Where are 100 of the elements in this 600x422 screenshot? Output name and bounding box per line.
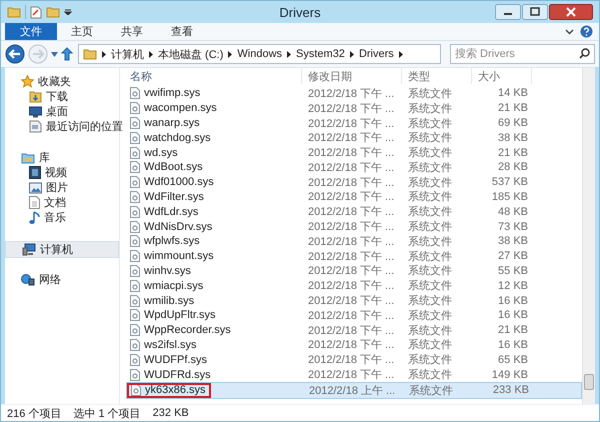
sidebar-item[interactable]: 网络 [5, 272, 119, 287]
file-row[interactable]: Wdf01000.sys 2012/2/18 下午 ... 系统文件 537 KB [126, 174, 582, 190]
date-cell-text: 2012/2/18 下午 ... [307, 116, 396, 130]
name-cell: WUDFPf.sys [126, 352, 302, 368]
file-row[interactable]: WdBoot.sys 2012/2/18 下午 ... 系统文件 28 KB [126, 160, 582, 175]
size-cell-text: 28 KB [497, 160, 529, 175]
size-cell-text: 21 KB [497, 146, 529, 160]
breadcrumb[interactable]: Windows [237, 48, 282, 60]
file-icon [130, 220, 140, 233]
size-cell-text: 537 KB [490, 175, 529, 190]
file-row[interactable]: WdNisDrv.sys 2012/2/18 下午 ... 系统文件 73 KB [126, 219, 582, 234]
sidebar-item[interactable]: 下载 [5, 89, 119, 104]
folder-icon [83, 48, 97, 60]
breadcrumb[interactable]: 计算机 [111, 46, 144, 62]
size-cell-text: 48 KB [497, 204, 529, 220]
type-cell-text: 系统文件 [407, 368, 453, 382]
column-header[interactable]: 修改日期 [302, 68, 402, 84]
sidebar-item[interactable]: 计算机 [5, 241, 119, 258]
breadcrumb[interactable]: 本地磁盘 (C:) [158, 46, 224, 62]
name-cell: WUDFRd.sys [126, 367, 302, 382]
back-button[interactable] [5, 44, 25, 64]
help-icon[interactable] [580, 25, 593, 38]
ribbon-tab[interactable]: 共享 [107, 23, 157, 40]
file-row[interactable]: wfplwfs.sys 2012/2/18 下午 ... 系统文件 38 KB [126, 234, 582, 249]
sidebar-item[interactable]: 视频 [5, 165, 119, 180]
date-cell-text: 2012/2/18 上午 ... [308, 384, 396, 398]
column-header[interactable]: 类型 [402, 68, 472, 84]
file-tab[interactable]: 文件 [5, 23, 57, 40]
file-row[interactable]: WdfLdr.sys 2012/2/18 下午 ... 系统文件 48 KB [126, 204, 582, 220]
sidebar-item[interactable]: 音乐 [5, 210, 119, 225]
date-cell-text: 2012/2/18 下午 ... [307, 220, 396, 234]
music-icon [29, 210, 40, 224]
ribbon-tab[interactable]: 查看 [157, 23, 207, 40]
name-cell: wacompen.sys [126, 100, 302, 116]
file-icon [130, 280, 140, 292]
item-count: 216 个项目 [7, 406, 62, 420]
date-cell-text: 2012/2/18 下午 ... [307, 353, 396, 368]
file-icon [130, 102, 140, 114]
sidebar-item[interactable]: 桌面 [5, 104, 119, 119]
file-row[interactable]: vwifimp.sys 2012/2/18 下午 ... 系统文件 14 KB [126, 86, 582, 101]
breadcrumb[interactable]: System32 [296, 48, 345, 60]
file-row[interactable]: wmiacpi.sys 2012/2/18 下午 ... 系统文件 12 KB [126, 278, 582, 294]
file-row[interactable]: watchdog.sys 2012/2/18 下午 ... 系统文件 38 KB [126, 130, 582, 146]
maximize-button[interactable] [522, 4, 548, 20]
date-cell-text: 2012/2/18 下午 ... [307, 86, 396, 101]
file-row[interactable]: WpdUpFltr.sys 2012/2/18 下午 ... 系统文件 16 KB [126, 308, 582, 323]
dropdown-icon[interactable] [64, 9, 72, 15]
file-row[interactable]: wanarp.sys 2012/2/18 下午 ... 系统文件 69 KB [126, 116, 582, 130]
file-row[interactable]: ws2ifsl.sys 2012/2/18 下午 ... 系统文件 16 KB [126, 338, 582, 352]
chevron-icon[interactable] [350, 50, 354, 58]
minimize-button[interactable] [495, 4, 521, 20]
date-cell-text: 2012/2/18 下午 ... [307, 190, 396, 204]
file-icon [130, 161, 140, 174]
sidebar-item[interactable]: 库 [5, 150, 119, 165]
sidebar-item[interactable]: 文档 [5, 195, 119, 210]
file-row[interactable]: wd.sys 2012/2/18 下午 ... 系统文件 21 KB [126, 145, 582, 160]
chevron-icon[interactable] [228, 50, 232, 58]
name-cell: yk63x86.sys [127, 382, 211, 398]
chevron-icon[interactable] [149, 50, 153, 58]
search-field[interactable]: 搜索 Drivers [450, 44, 595, 64]
breadcrumb[interactable]: Drivers [358, 48, 394, 60]
name-cell: WdNisDrv.sys [126, 219, 302, 234]
chevron-icon[interactable] [102, 50, 106, 58]
chevron-icon[interactable] [398, 50, 403, 58]
sidebar-item[interactable]: 收藏夹 [5, 74, 119, 89]
document-icon[interactable] [30, 6, 42, 18]
type-cell-text: 系统文件 [407, 220, 453, 234]
size-cell-text: 149 KB [490, 368, 529, 382]
date-cell-text: 2012/2/18 下午 ... [307, 338, 396, 352]
expand-ribbon-icon[interactable] [565, 28, 574, 34]
name-cell: wfplwfs.sys [126, 234, 302, 249]
scrollbar[interactable] [582, 68, 595, 404]
close-button[interactable] [549, 4, 593, 20]
file-row[interactable]: wacompen.sys 2012/2/18 下午 ... 系统文件 21 KB [126, 100, 582, 116]
ribbon-tab[interactable]: 主页 [57, 23, 107, 40]
library-icon [21, 152, 35, 164]
scroll-thumb[interactable] [584, 374, 594, 390]
file-row[interactable]: winhv.sys 2012/2/18 下午 ... 系统文件 55 KB [126, 264, 582, 278]
name-cell: Wdf01000.sys [126, 174, 302, 190]
up-arrow-icon[interactable] [61, 47, 73, 61]
date-cell-text: 2012/2/18 下午 ... [307, 205, 396, 220]
file-row[interactable]: WdFilter.sys 2012/2/18 下午 ... 系统文件 185 KB [126, 190, 582, 204]
file-row[interactable]: wmilib.sys 2012/2/18 下午 ... 系统文件 16 KB [126, 293, 582, 308]
name-cell: WdFilter.sys [126, 190, 302, 204]
type-cell-text: 系统文件 [407, 294, 453, 308]
file-row[interactable]: wimmount.sys 2012/2/18 下午 ... 系统文件 27 KB [126, 248, 582, 264]
column-header[interactable]: 大小 [472, 68, 532, 84]
date-cell-text: 2012/2/18 下午 ... [307, 234, 396, 249]
column-header[interactable]: 名称 [126, 68, 302, 84]
file-row[interactable]: yk63x86.sys 2012/2/18 上午 ... 系统文件 233 KB [126, 382, 582, 399]
file-row[interactable]: WppRecorder.sys 2012/2/18 下午 ... 系统文件 21 KB [126, 322, 582, 338]
history-dropdown-icon[interactable] [51, 52, 58, 56]
file-row[interactable]: WUDFPf.sys 2012/2/18 下午 ... 系统文件 65 KB [126, 352, 582, 368]
file-icon [130, 146, 140, 159]
sidebar-item[interactable]: 图片 [5, 180, 119, 195]
address-bar[interactable]: 计算机 本地磁盘 (C:) Windows System32 Drivers [78, 44, 441, 64]
file-row[interactable]: WUDFRd.sys 2012/2/18 下午 ... 系统文件 149 KB [126, 367, 582, 382]
video-icon [29, 166, 41, 179]
name-cell: WppRecorder.sys [126, 322, 302, 338]
chevron-icon[interactable] [287, 50, 292, 58]
